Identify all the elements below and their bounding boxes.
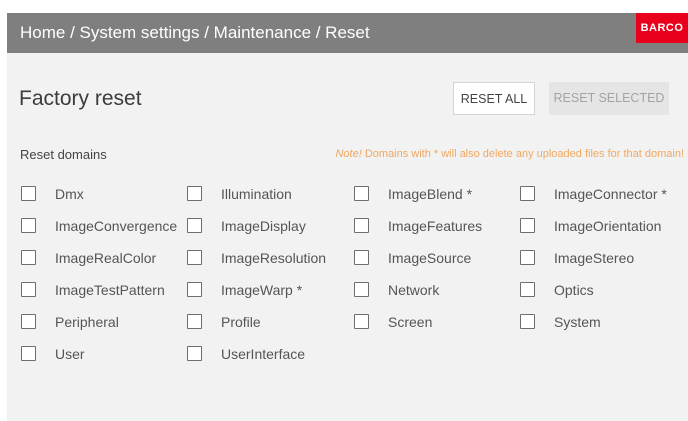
domain-label: Profile <box>221 314 261 330</box>
domain-grid: Dmx Illumination ImageBlend * ImageConnecto… <box>21 13 688 421</box>
domain-label: ImageBlend * <box>388 186 473 202</box>
domain-checkbox[interactable] <box>354 186 369 201</box>
domain-label: ImageResolution <box>221 250 327 266</box>
reset-panel: Home / System settings / Maintenance / R… <box>7 13 688 421</box>
domain-label: ImageSource <box>388 250 472 266</box>
domain-checkbox[interactable] <box>187 346 202 361</box>
domain-checkbox[interactable] <box>21 346 36 361</box>
domain-checkbox[interactable] <box>354 250 369 265</box>
domain-label: Peripheral <box>55 314 119 330</box>
domain-checkbox[interactable] <box>520 218 535 233</box>
domain-checkbox[interactable] <box>187 282 202 297</box>
domain-label: Network <box>388 282 440 298</box>
domain-label: ImageStereo <box>554 250 635 266</box>
domain-checkbox[interactable] <box>354 314 369 329</box>
domain-label: ImageRealColor <box>55 250 157 266</box>
domain-checkbox[interactable] <box>21 218 36 233</box>
domain-label: ImageConnector * <box>554 186 667 202</box>
domain-label: Illumination <box>221 186 292 202</box>
domain-checkbox[interactable] <box>520 250 535 265</box>
domain-checkbox[interactable] <box>187 218 202 233</box>
domain-checkbox[interactable] <box>520 314 535 329</box>
domain-checkbox[interactable] <box>187 186 202 201</box>
domain-checkbox[interactable] <box>354 218 369 233</box>
domain-label: ImageDisplay <box>221 218 306 234</box>
domain-label: ImageTestPattern <box>55 282 165 298</box>
domain-checkbox[interactable] <box>520 186 535 201</box>
domain-checkbox[interactable] <box>520 282 535 297</box>
domain-label: ImageOrientation <box>554 218 662 234</box>
domain-label: System <box>554 314 601 330</box>
domain-checkbox[interactable] <box>21 314 36 329</box>
domain-label: Optics <box>554 282 594 298</box>
domain-label: ImageFeatures <box>388 218 483 234</box>
domain-label: Dmx <box>55 186 84 202</box>
domain-checkbox[interactable] <box>187 314 202 329</box>
domain-checkbox[interactable] <box>21 282 36 297</box>
domain-label: Screen <box>388 314 433 330</box>
domain-label: User <box>55 346 85 362</box>
domain-checkbox[interactable] <box>21 250 36 265</box>
domain-checkbox[interactable] <box>187 250 202 265</box>
domain-label: ImageConvergence <box>55 218 178 234</box>
domain-label: ImageWarp * <box>221 282 303 298</box>
domain-checkbox[interactable] <box>354 282 369 297</box>
domain-checkbox[interactable] <box>21 186 36 201</box>
domain-label: UserInterface <box>221 346 306 362</box>
